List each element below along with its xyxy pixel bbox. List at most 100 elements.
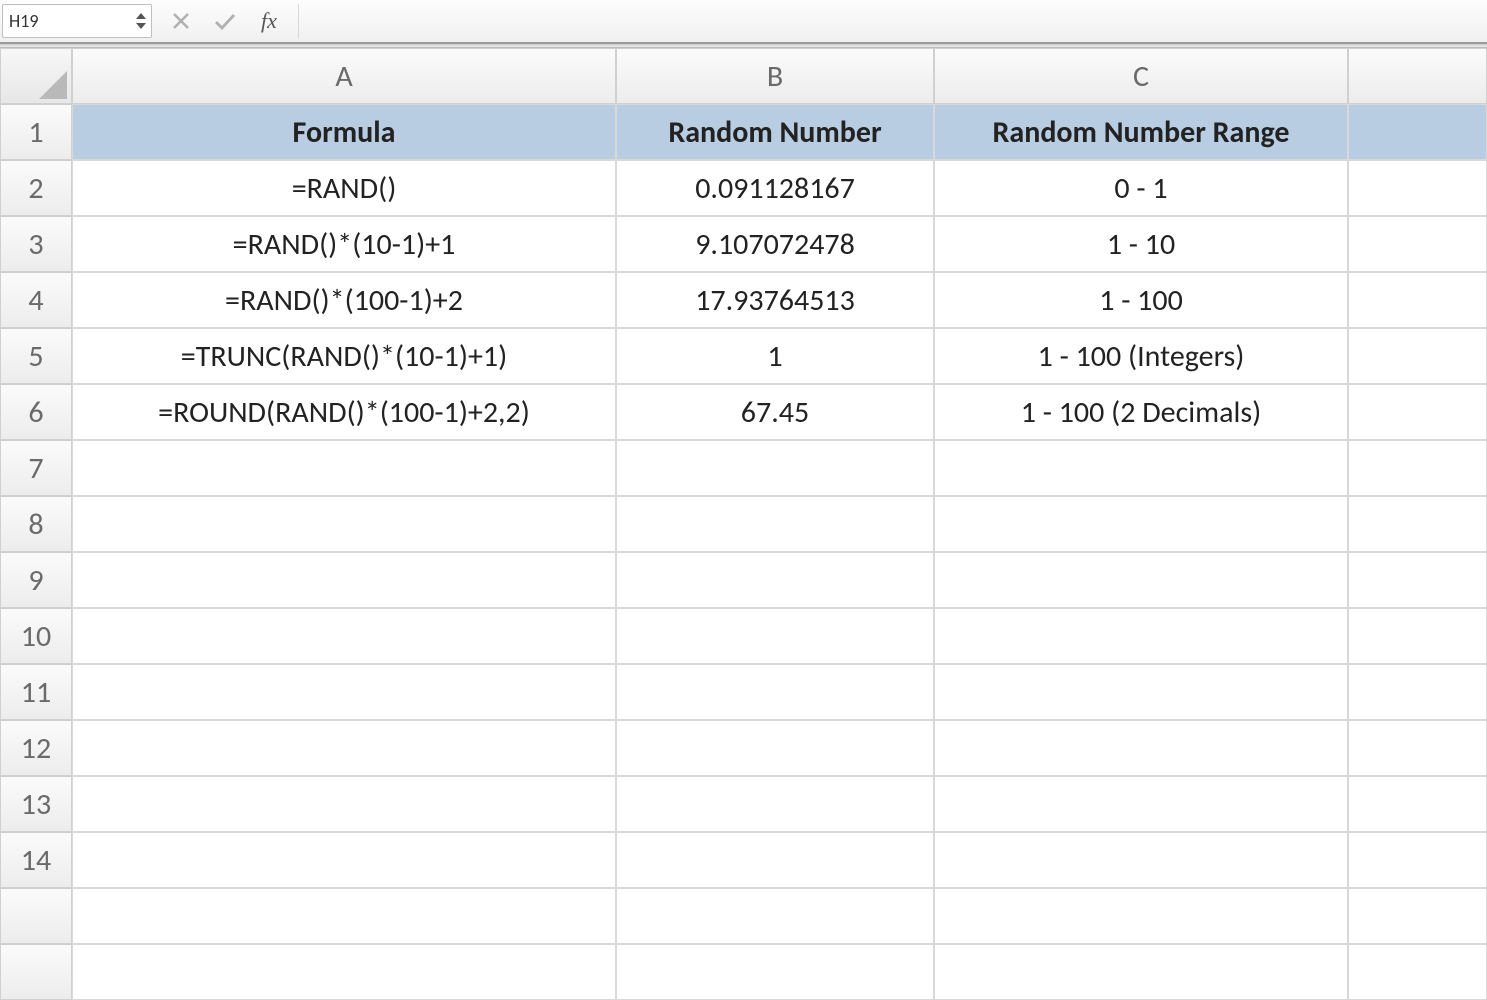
cell-B7[interactable] — [616, 440, 934, 496]
row-header-15[interactable] — [0, 888, 72, 944]
row-header-9[interactable]: 9 — [0, 552, 72, 608]
cell-D12[interactable] — [1348, 720, 1487, 776]
cancel-button[interactable] — [168, 8, 194, 34]
cell-B14[interactable] — [616, 832, 934, 888]
row-header-8[interactable]: 8 — [0, 496, 72, 552]
row-header-5[interactable]: 5 — [0, 328, 72, 384]
cell-A6[interactable]: =ROUND(RAND()*(100-1)+2,2) — [72, 384, 616, 440]
name-box-input[interactable] — [9, 10, 131, 32]
cell-A4[interactable]: =RAND()*(100-1)+2 — [72, 272, 616, 328]
spreadsheet-grid: A B C 1 Formula Random Number Random Num… — [0, 48, 1487, 1000]
col-header-D[interactable] — [1348, 48, 1487, 104]
cell-D16[interactable] — [1348, 944, 1487, 1000]
cell-C8[interactable] — [934, 496, 1348, 552]
cell-D14[interactable] — [1348, 832, 1487, 888]
cell-C3[interactable]: 1 - 10 — [934, 216, 1348, 272]
cell-A10[interactable] — [72, 608, 616, 664]
cell-B1[interactable]: Random Number — [616, 104, 934, 160]
cell-A11[interactable] — [72, 664, 616, 720]
cell-A13[interactable] — [72, 776, 616, 832]
check-icon — [213, 11, 237, 31]
name-box-container — [2, 4, 152, 38]
row-header-14[interactable]: 14 — [0, 832, 72, 888]
cell-B5[interactable]: 1 — [616, 328, 934, 384]
cell-B6[interactable]: 67.45 — [616, 384, 934, 440]
cell-B10[interactable] — [616, 608, 934, 664]
cell-C5[interactable]: 1 - 100 (Integers) — [934, 328, 1348, 384]
col-header-C[interactable]: C — [934, 48, 1348, 104]
cell-D10[interactable] — [1348, 608, 1487, 664]
cell-D5[interactable] — [1348, 328, 1487, 384]
formula-bar-buttons: fx — [152, 0, 298, 42]
row-header-6[interactable]: 6 — [0, 384, 72, 440]
cell-B3[interactable]: 9.107072478 — [616, 216, 934, 272]
col-header-B[interactable]: B — [616, 48, 934, 104]
cell-B2[interactable]: 0.091128167 — [616, 160, 934, 216]
cell-D2[interactable] — [1348, 160, 1487, 216]
cell-A16[interactable] — [72, 944, 616, 1000]
row-header-10[interactable]: 10 — [0, 608, 72, 664]
cell-D7[interactable] — [1348, 440, 1487, 496]
select-all-corner[interactable] — [0, 48, 72, 104]
cell-B15[interactable] — [616, 888, 934, 944]
cell-A12[interactable] — [72, 720, 616, 776]
row-header-1[interactable]: 1 — [0, 104, 72, 160]
cell-C2[interactable]: 0 - 1 — [934, 160, 1348, 216]
cell-A7[interactable] — [72, 440, 616, 496]
cell-C16[interactable] — [934, 944, 1348, 1000]
cell-C13[interactable] — [934, 776, 1348, 832]
cell-D8[interactable] — [1348, 496, 1487, 552]
cell-B4[interactable]: 17.93764513 — [616, 272, 934, 328]
cell-C9[interactable] — [934, 552, 1348, 608]
cell-B16[interactable] — [616, 944, 934, 1000]
cell-A9[interactable] — [72, 552, 616, 608]
cell-C4[interactable]: 1 - 100 — [934, 272, 1348, 328]
cell-D4[interactable] — [1348, 272, 1487, 328]
cell-B13[interactable] — [616, 776, 934, 832]
cell-C10[interactable] — [934, 608, 1348, 664]
row-header-11[interactable]: 11 — [0, 664, 72, 720]
cell-A14[interactable] — [72, 832, 616, 888]
cell-C12[interactable] — [934, 720, 1348, 776]
cell-C14[interactable] — [934, 832, 1348, 888]
close-icon — [171, 11, 191, 31]
name-box-spinner[interactable] — [135, 12, 147, 30]
fx-icon: fx — [261, 8, 277, 34]
row-header-7[interactable]: 7 — [0, 440, 72, 496]
insert-function-button[interactable]: fx — [256, 8, 282, 34]
cell-A5[interactable]: =TRUNC(RAND()*(10-1)+1) — [72, 328, 616, 384]
cell-C7[interactable] — [934, 440, 1348, 496]
formula-input[interactable] — [298, 4, 1487, 38]
row-header-13[interactable]: 13 — [0, 776, 72, 832]
cell-D9[interactable] — [1348, 552, 1487, 608]
row-header-16[interactable] — [0, 944, 72, 1000]
cell-B8[interactable] — [616, 496, 934, 552]
cell-D6[interactable] — [1348, 384, 1487, 440]
enter-button[interactable] — [212, 8, 238, 34]
cell-A1[interactable]: Formula — [72, 104, 616, 160]
cell-A15[interactable] — [72, 888, 616, 944]
cell-C6[interactable]: 1 - 100 (2 Decimals) — [934, 384, 1348, 440]
col-header-A[interactable]: A — [72, 48, 616, 104]
formula-bar: fx — [0, 0, 1487, 44]
cell-D15[interactable] — [1348, 888, 1487, 944]
cell-B9[interactable] — [616, 552, 934, 608]
cell-C11[interactable] — [934, 664, 1348, 720]
cell-D13[interactable] — [1348, 776, 1487, 832]
row-header-12[interactable]: 12 — [0, 720, 72, 776]
cell-B11[interactable] — [616, 664, 934, 720]
cell-D3[interactable] — [1348, 216, 1487, 272]
cell-C1[interactable]: Random Number Range — [934, 104, 1348, 160]
chevron-down-icon — [135, 22, 147, 30]
chevron-up-icon — [135, 12, 147, 20]
cell-D1[interactable] — [1348, 104, 1487, 160]
row-header-3[interactable]: 3 — [0, 216, 72, 272]
cell-B12[interactable] — [616, 720, 934, 776]
cell-A3[interactable]: =RAND()*(10-1)+1 — [72, 216, 616, 272]
row-header-2[interactable]: 2 — [0, 160, 72, 216]
cell-A8[interactable] — [72, 496, 616, 552]
row-header-4[interactable]: 4 — [0, 272, 72, 328]
cell-D11[interactable] — [1348, 664, 1487, 720]
cell-C15[interactable] — [934, 888, 1348, 944]
cell-A2[interactable]: =RAND() — [72, 160, 616, 216]
